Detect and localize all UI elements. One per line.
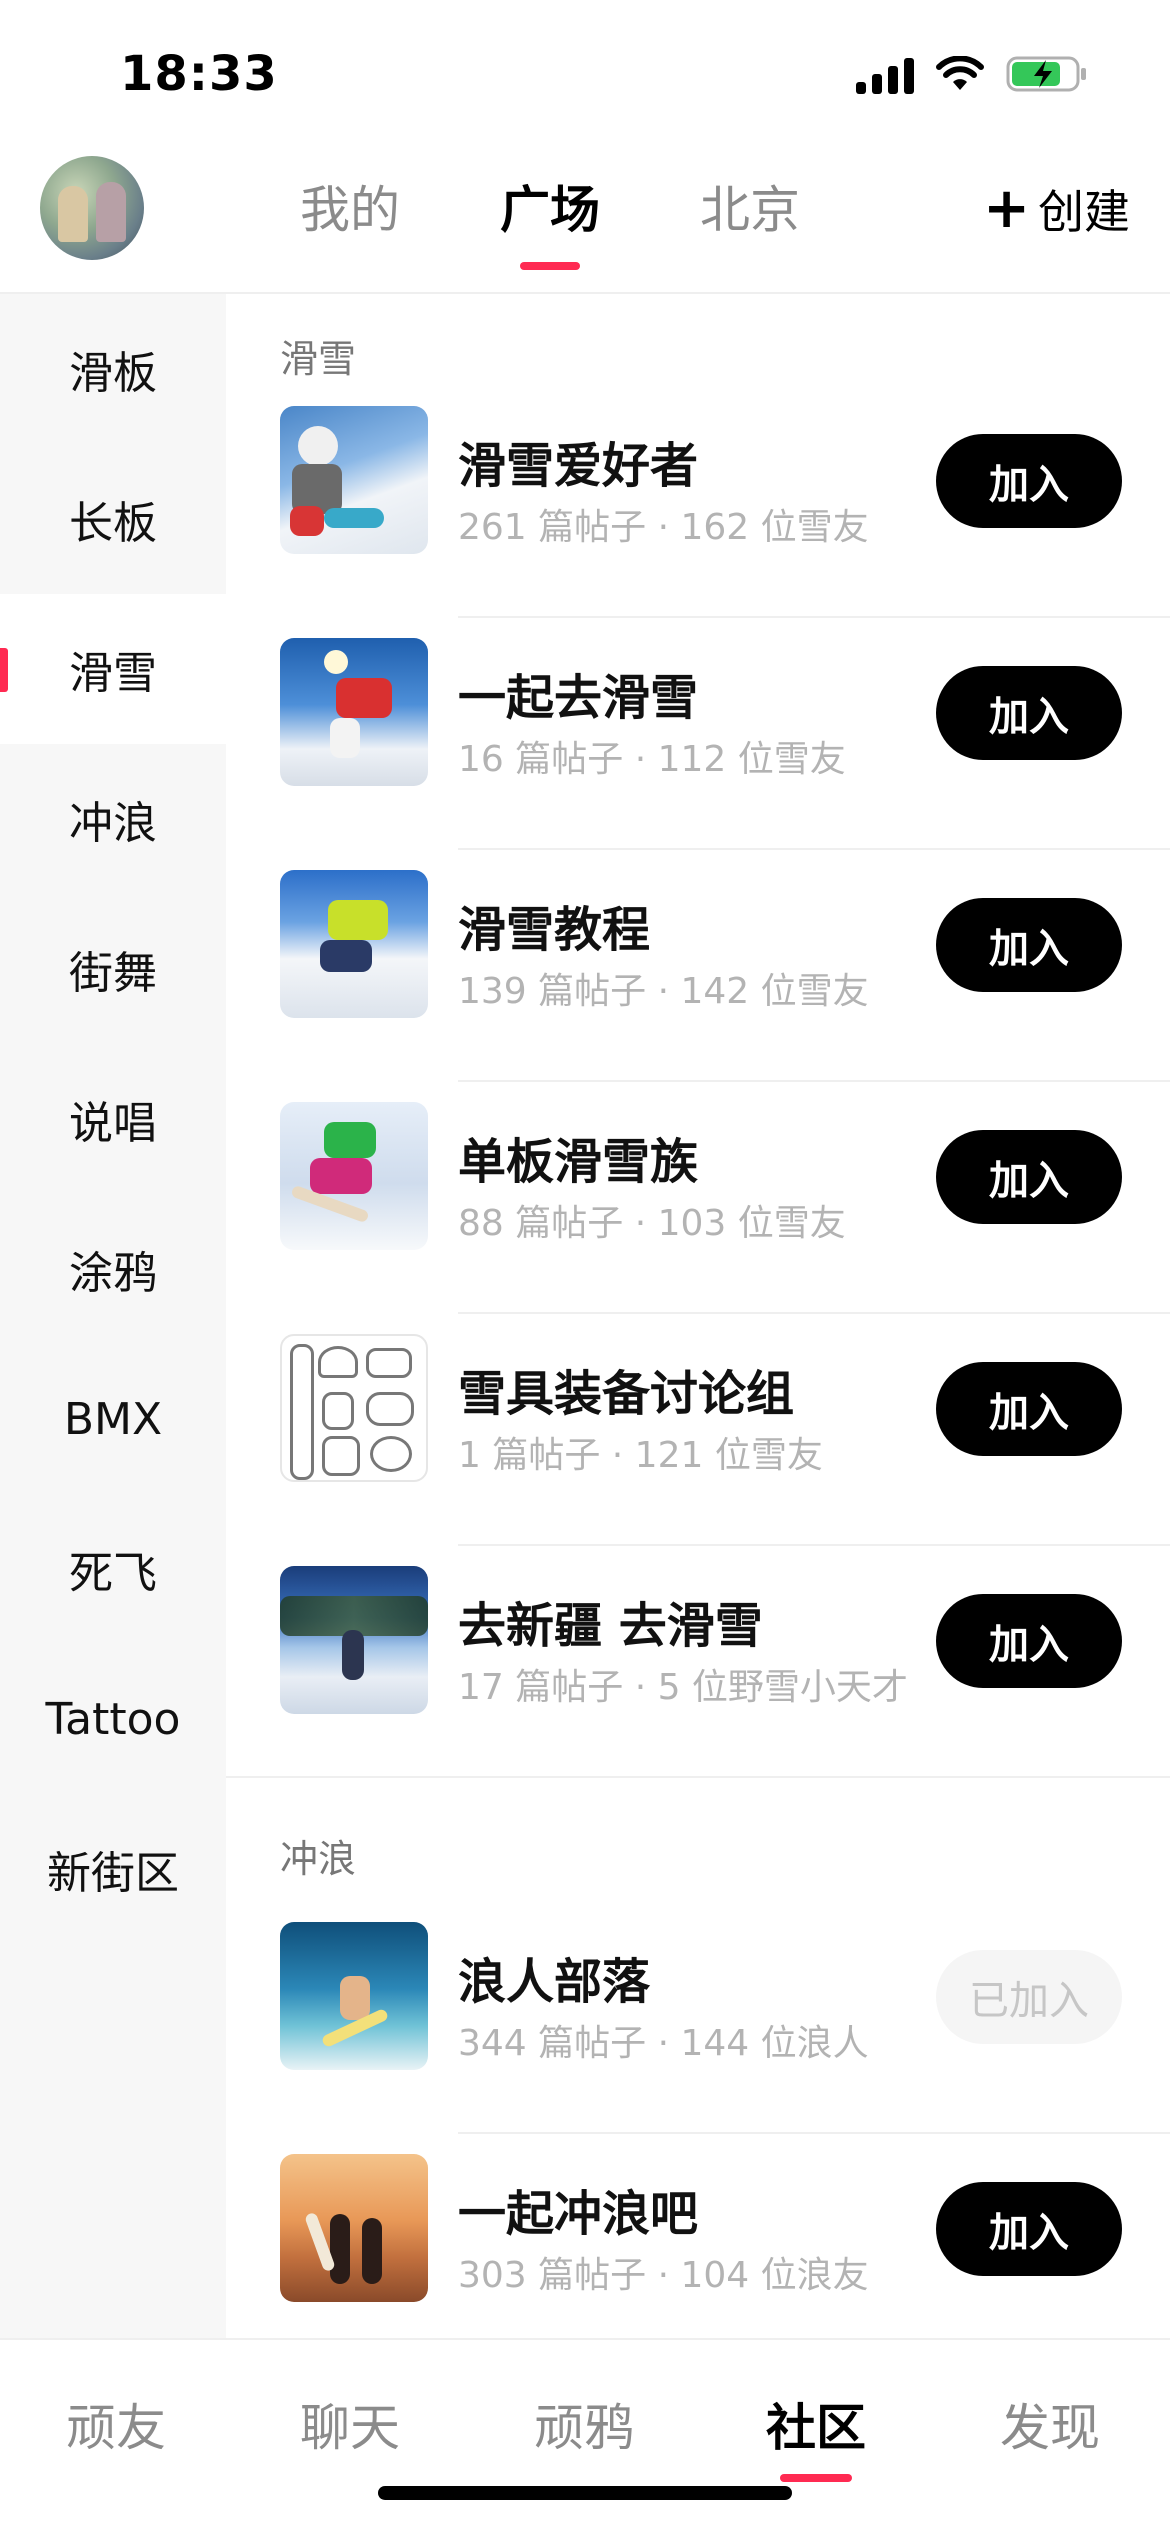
group-thumbnail <box>280 638 428 786</box>
group-thumbnail <box>280 1922 428 2070</box>
group-meta: 1 篇帖子 · 121 位雪友 <box>458 1435 823 1476</box>
bottom-nav: 顽友 聊天 顽鸦 社区 发现 <box>0 2338 1170 2534</box>
nav-chat[interactable]: 聊天 <box>300 2388 400 2460</box>
header: 我的 广场 北京 + 创建 <box>0 140 1170 294</box>
join-button[interactable]: 加入 <box>936 898 1122 992</box>
nav-community[interactable]: 社区 <box>766 2388 866 2460</box>
group-name: 浪人部落 <box>458 1954 651 2010</box>
list-item[interactable]: 单板滑雪族 88 篇帖子 · 103 位雪友 加入 <box>226 1082 1170 1314</box>
rail-item-longboard[interactable]: 长板 <box>0 444 226 594</box>
status-bar: 18:33 <box>0 0 1170 140</box>
list-item[interactable]: 浪人部落 344 篇帖子 · 144 位浪人 已加入 <box>226 1902 1170 2134</box>
join-button[interactable]: 加入 <box>936 1594 1122 1688</box>
group-meta: 139 篇帖子 · 142 位雪友 <box>458 971 869 1012</box>
wifi-icon <box>936 56 984 90</box>
group-meta: 16 篇帖子 · 112 位雪友 <box>458 739 846 780</box>
tab-square[interactable]: 广场 <box>500 170 600 242</box>
list-item[interactable]: 雪具装备讨论组 1 篇帖子 · 121 位雪友 加入 <box>226 1314 1170 1546</box>
rail-item-tattoo[interactable]: Tattoo <box>0 1644 226 1794</box>
list-item[interactable]: 去新疆 去滑雪 17 篇帖子 · 5 位野雪小天才 加入 <box>226 1546 1170 1778</box>
list-item[interactable]: 滑雪教程 139 篇帖子 · 142 位雪友 加入 <box>226 850 1170 1082</box>
list-item[interactable]: 一起冲浪吧 303 篇帖子 · 104 位浪友 加入 <box>226 2134 1170 2339</box>
group-thumbnail <box>280 2154 428 2302</box>
group-meta: 344 篇帖子 · 144 位浪人 <box>458 2023 869 2064</box>
group-meta: 88 篇帖子 · 103 位雪友 <box>458 1203 846 1244</box>
top-tabs: 我的 广场 北京 <box>300 170 800 242</box>
group-list[interactable]: 滑雪 滑雪爱好者 261 篇帖子 · 162 位雪友 加入 一起去滑雪 16 篇… <box>226 294 1170 2339</box>
group-thumbnail <box>280 870 428 1018</box>
create-label: 创建 <box>1038 185 1130 239</box>
group-name: 雪具装备讨论组 <box>458 1366 795 1422</box>
group-thumbnail <box>280 1566 428 1714</box>
status-icons <box>856 54 1088 94</box>
join-button[interactable]: 加入 <box>936 1362 1122 1456</box>
tab-mine[interactable]: 我的 <box>300 170 400 242</box>
battery-charging-icon <box>1006 56 1086 92</box>
rail-item-skateboard[interactable]: 滑板 <box>0 294 226 444</box>
join-button[interactable]: 加入 <box>936 666 1122 760</box>
rail-item-bmx[interactable]: BMX <box>0 1344 226 1494</box>
tab-beijing[interactable]: 北京 <box>700 170 800 242</box>
group-meta: 17 篇帖子 · 5 位野雪小天才 <box>458 1667 908 1708</box>
group-name: 一起冲浪吧 <box>458 2186 699 2242</box>
status-time: 18:33 <box>120 46 278 102</box>
rail-item-rap[interactable]: 说唱 <box>0 1044 226 1194</box>
nav-discover[interactable]: 发现 <box>1000 2388 1100 2460</box>
rail-item-skiing[interactable]: 滑雪 <box>0 594 226 744</box>
group-meta: 261 篇帖子 · 162 位雪友 <box>458 507 869 548</box>
avatar[interactable] <box>40 156 144 260</box>
joined-button[interactable]: 已加入 <box>936 1950 1122 2044</box>
group-name: 滑雪教程 <box>458 902 651 958</box>
create-button[interactable]: + 创建 <box>983 176 1130 242</box>
group-name: 单板滑雪族 <box>458 1134 699 1190</box>
section-title-skiing: 滑雪 <box>280 337 357 381</box>
category-rail: 滑板 长板 滑雪 冲浪 街舞 说唱 涂鸦 BMX 死飞 Tattoo 新街区 <box>0 294 226 2339</box>
join-button[interactable]: 加入 <box>936 2182 1122 2276</box>
group-thumbnail <box>280 1102 428 1250</box>
rail-item-new-street[interactable]: 新街区 <box>0 1794 226 1944</box>
nav-wanya[interactable]: 顽鸦 <box>534 2388 634 2460</box>
rail-item-fixed-gear[interactable]: 死飞 <box>0 1494 226 1644</box>
group-name: 一起去滑雪 <box>458 670 699 726</box>
cellular-signal-icon <box>856 54 914 94</box>
rail-item-street-dance[interactable]: 街舞 <box>0 894 226 1044</box>
rail-item-graffiti[interactable]: 涂鸦 <box>0 1194 226 1344</box>
plus-icon: + <box>983 176 1030 241</box>
divider <box>226 1776 1170 1778</box>
group-meta: 303 篇帖子 · 104 位浪友 <box>458 2255 869 2296</box>
list-item[interactable]: 一起去滑雪 16 篇帖子 · 112 位雪友 加入 <box>226 618 1170 850</box>
section-title-surfing: 冲浪 <box>280 1837 357 1881</box>
group-thumbnail <box>280 1334 428 1482</box>
join-button[interactable]: 加入 <box>936 434 1122 528</box>
group-name: 去新疆 去滑雪 <box>458 1598 763 1654</box>
nav-friends[interactable]: 顽友 <box>66 2388 166 2460</box>
group-thumbnail <box>280 406 428 554</box>
home-indicator <box>378 2486 792 2500</box>
join-button[interactable]: 加入 <box>936 1130 1122 1224</box>
group-name: 滑雪爱好者 <box>458 438 699 494</box>
rail-item-surfing[interactable]: 冲浪 <box>0 744 226 894</box>
list-item[interactable]: 滑雪爱好者 261 篇帖子 · 162 位雪友 加入 <box>226 386 1170 618</box>
